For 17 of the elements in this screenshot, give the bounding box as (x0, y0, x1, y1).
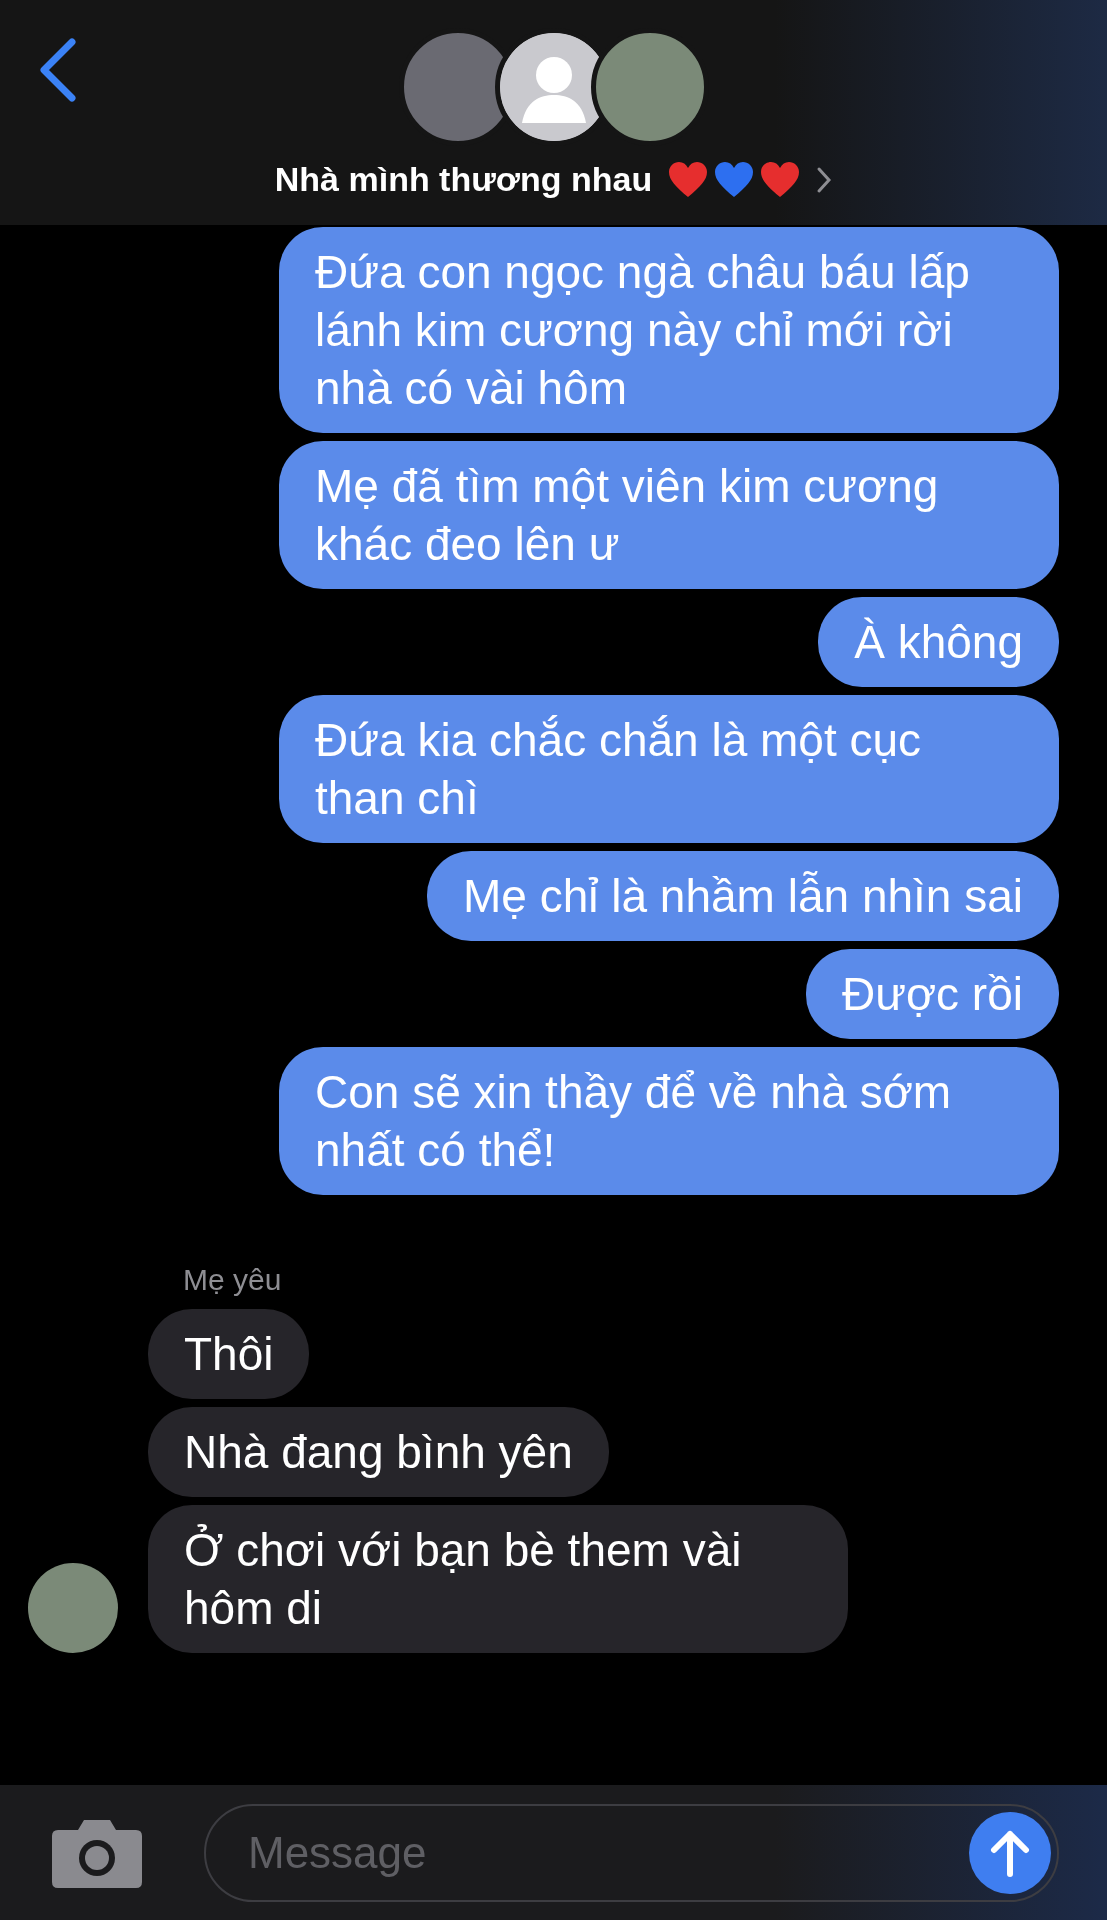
send-button[interactable] (969, 1811, 1051, 1894)
sent-message-bubble: À không (818, 597, 1059, 687)
sent-message-bubble: Được rồi (805, 949, 1059, 1039)
chevron-icon[interactable] (816, 165, 833, 194)
sent-message-bubble: Mẹ đã tìm một viên kim cương khác đeo lên ư (279, 441, 1059, 589)
sent-message-bubble: Con sẽ xin thầy để về nhà sớm nhất có thể! (279, 1047, 1059, 1195)
received-message-bubble: Ở chơi với bạn bè them vài hôm di (148, 1505, 848, 1653)
group-title[interactable]: Nhà mình thương nhau (274, 160, 653, 199)
sent-message-bubble: Mẹ chỉ là nhầm lẫn nhìn sai (427, 851, 1059, 941)
message-input-field[interactable]: Message (204, 1803, 1059, 1902)
received-message-bubble: Nhà đang bình yên (148, 1407, 609, 1497)
sent-message-bubble: Đứa kia chắc chắn là một cục than chì (279, 695, 1059, 843)
back-icon[interactable] (38, 38, 78, 102)
sender-name: Mẹ yêu (182, 1263, 283, 1297)
message-input[interactable]: Message (246, 1826, 969, 1879)
received-message-bubble: Thôi (148, 1309, 310, 1399)
sent-message-bubble: Đứa con ngọc ngà châu báu lấp lánh kim cương này chỉ mới rời nhà có vài hôm (279, 227, 1059, 433)
